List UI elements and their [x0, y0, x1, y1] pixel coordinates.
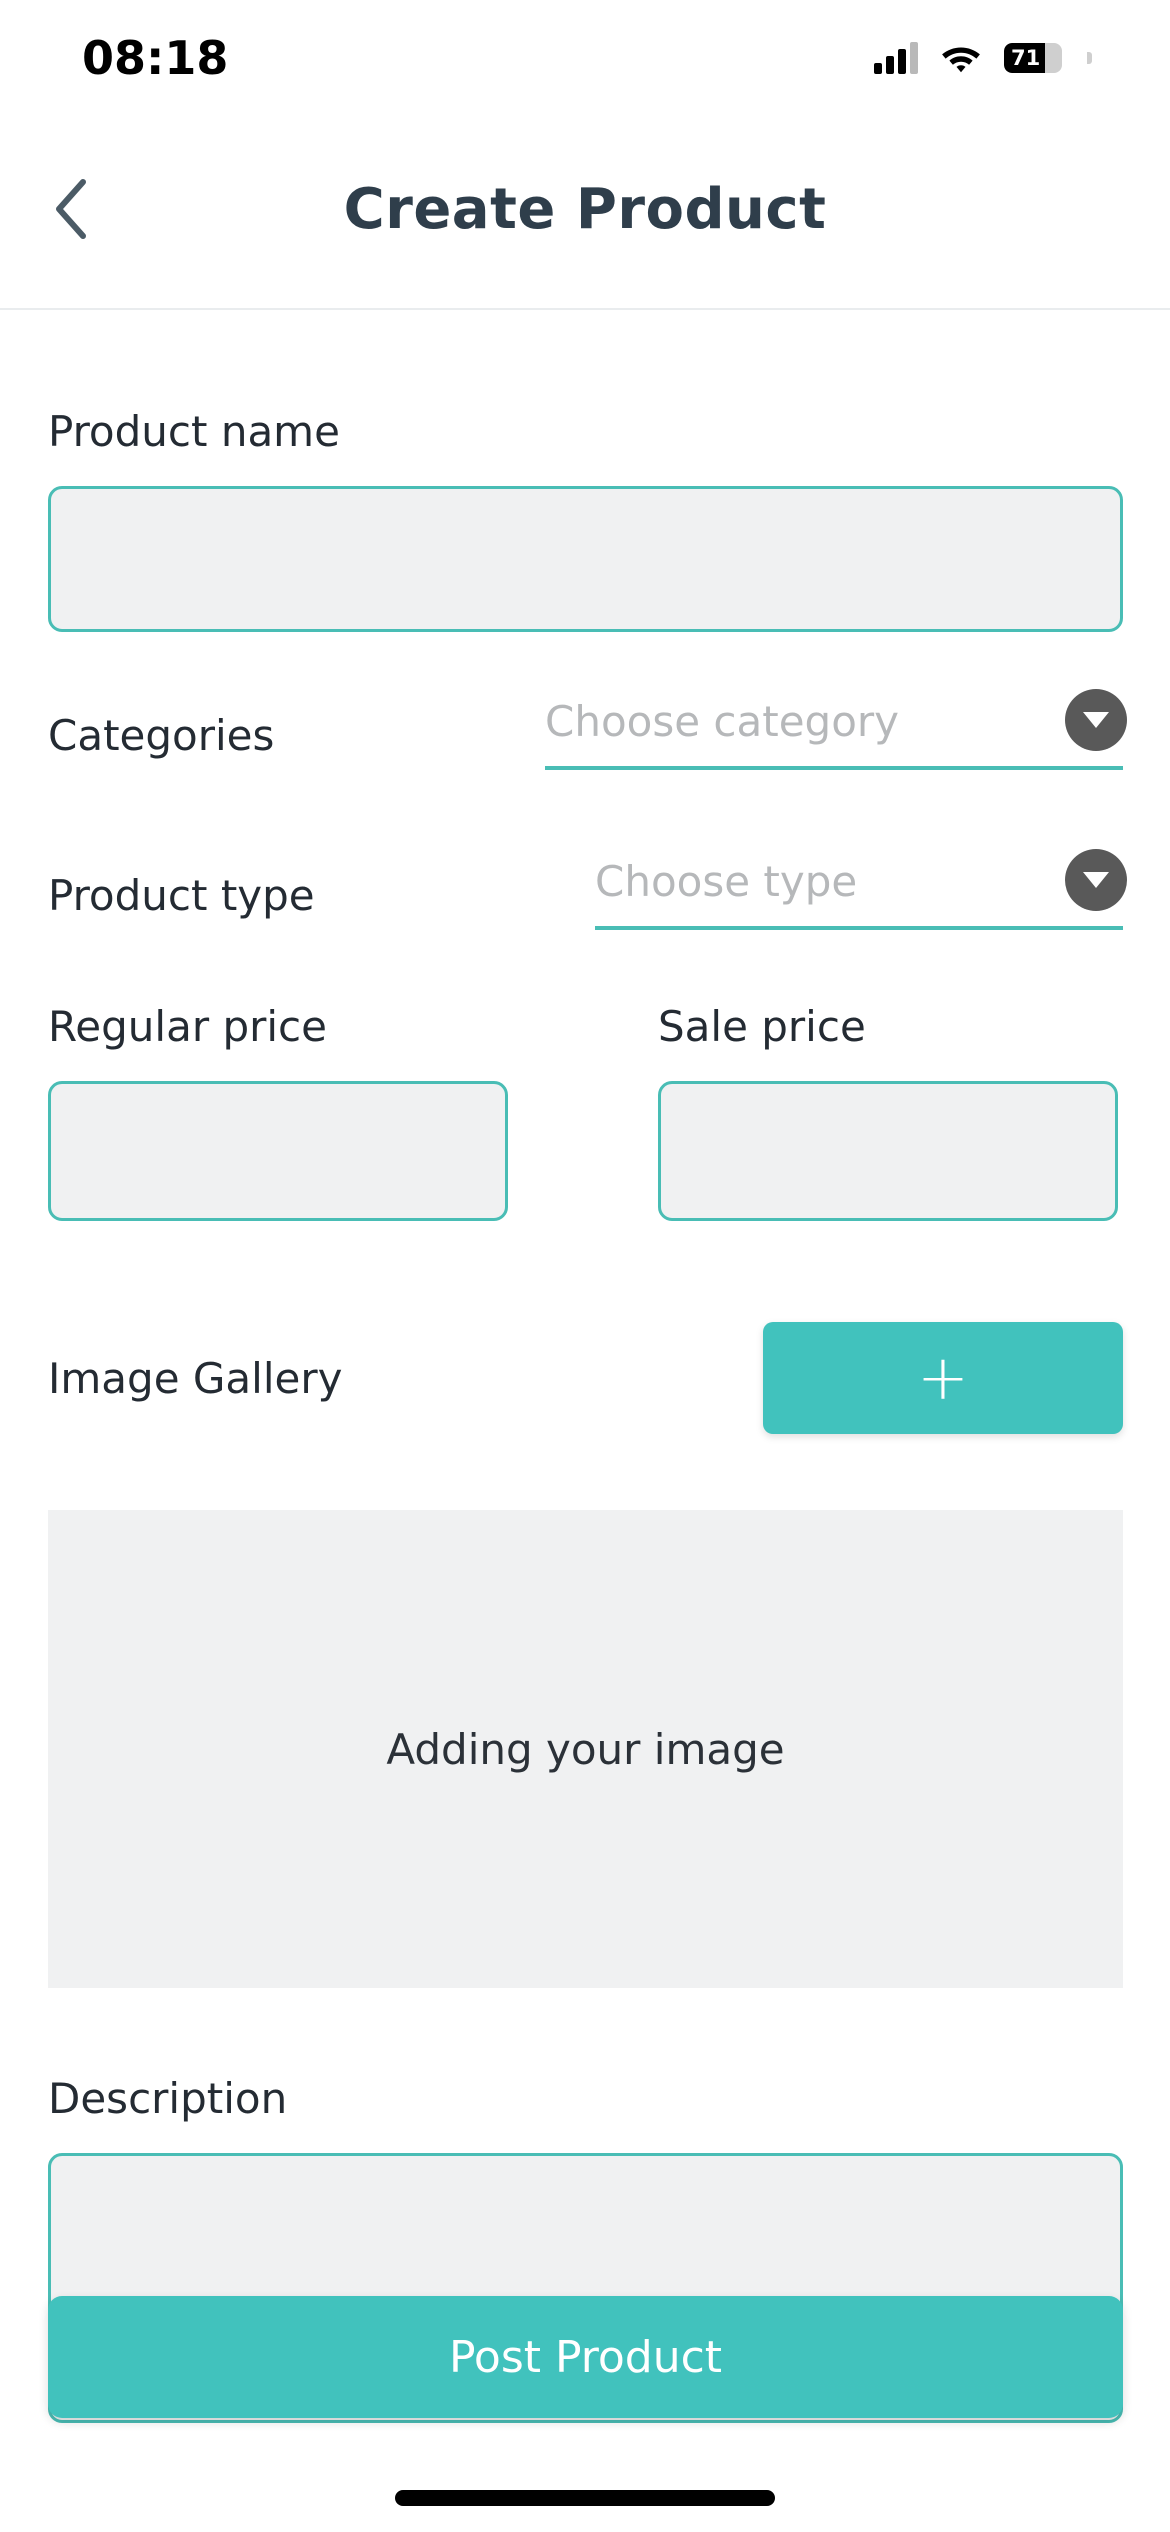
categories-row: Categories Choose category	[48, 689, 1127, 770]
app-header: Create Product	[0, 110, 1170, 310]
image-gallery-row: Image Gallery +	[48, 1322, 1123, 1434]
categories-select-line[interactable]: Choose category	[545, 697, 1123, 770]
post-product-button[interactable]: Post Product	[48, 2296, 1123, 2418]
product-name-input[interactable]	[48, 486, 1123, 632]
sale-price-label: Sale price	[658, 1002, 866, 1051]
regular-price-group: Regular price	[48, 1002, 513, 1221]
cellular-signal-icon	[874, 42, 918, 74]
product-type-row: Product type Choose type	[48, 849, 1127, 930]
home-indicator[interactable]	[395, 2490, 775, 2506]
regular-price-input[interactable]	[48, 1081, 508, 1221]
wifi-icon	[942, 47, 980, 73]
categories-dropdown-button[interactable]	[1065, 689, 1127, 751]
status-bar-time: 08:18	[82, 31, 229, 85]
battery-cap	[1087, 52, 1092, 64]
status-bar-icons: 71	[874, 36, 1092, 74]
product-name-label: Product name	[48, 407, 340, 456]
image-gallery-label: Image Gallery	[48, 1353, 343, 1403]
product-type-dropdown-button[interactable]	[1065, 849, 1127, 911]
image-drop-area[interactable]: Adding your image	[48, 1510, 1123, 1988]
battery-percent-label: 71	[1011, 45, 1041, 70]
app-screen: 08:18 71 Create Product Product name Cat…	[0, 0, 1170, 2532]
post-product-label: Post Product	[448, 2331, 723, 2383]
regular-price-label: Regular price	[48, 1002, 327, 1051]
categories-select[interactable]: Choose category	[545, 689, 1127, 770]
status-bar: 08:18 71	[0, 0, 1170, 110]
product-type-label: Product type	[48, 871, 315, 920]
product-name-group: Product name	[48, 407, 1123, 632]
sale-price-input[interactable]	[658, 1081, 1118, 1221]
image-drop-text: Adding your image	[386, 1724, 785, 1774]
add-image-button[interactable]: +	[763, 1322, 1123, 1434]
product-type-select[interactable]: Choose type	[595, 849, 1127, 930]
chevron-down-icon	[1083, 872, 1109, 888]
categories-placeholder: Choose category	[545, 697, 900, 746]
categories-label: Categories	[48, 711, 275, 760]
price-row: Regular price Sale price	[48, 1002, 1123, 1221]
chevron-down-icon	[1083, 712, 1109, 728]
plus-icon: +	[917, 1341, 969, 1415]
product-type-select-line[interactable]: Choose type	[595, 857, 1123, 930]
battery-icon: 71	[1004, 43, 1062, 73]
chevron-left-icon	[56, 179, 86, 239]
back-button[interactable]	[26, 164, 116, 254]
page-title: Create Product	[343, 176, 827, 242]
sale-price-group: Sale price	[658, 1002, 1123, 1221]
description-label: Description	[48, 2074, 288, 2123]
product-type-placeholder: Choose type	[595, 857, 858, 906]
